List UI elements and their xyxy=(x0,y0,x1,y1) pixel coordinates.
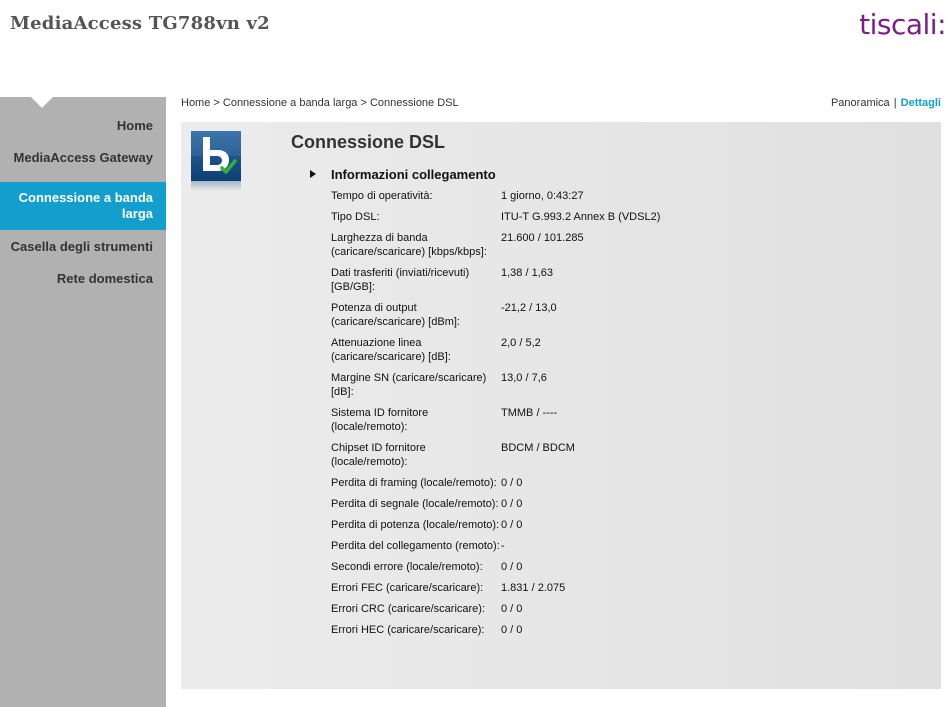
broadband-check-icon-graphic xyxy=(191,131,241,174)
row-label: Perdita di framing (locale/remoto): xyxy=(331,477,497,489)
row-value: BDCM / BDCM xyxy=(501,442,575,454)
row-label: Potenza di output (caricare/scaricare) [… xyxy=(331,302,460,328)
table-row: Chipset ID fornitore (locale/remoto): BDC… xyxy=(331,441,751,476)
row-value: 13,0 / 7,6 xyxy=(501,372,547,384)
row-label: Secondi errore (locale/remoto): xyxy=(331,561,483,573)
row-value: 1,38 / 1,63 xyxy=(501,267,553,279)
table-row: Perdita del collegamento (remoto): - xyxy=(331,539,751,560)
overview-link[interactable]: Panoramica xyxy=(831,97,890,109)
row-label: Errori CRC (caricare/scaricare): xyxy=(331,603,486,615)
table-row: Margine SN (caricare/scaricare) [dB]: 13,… xyxy=(331,371,751,406)
tiscali-logo: tiscali: xyxy=(859,8,946,41)
row-label: Perdita del collegamento (remoto): xyxy=(331,540,500,552)
page-title: Connessione DSL xyxy=(291,132,446,152)
sidebar-item-home-network[interactable]: Rete domestica xyxy=(0,255,166,287)
row-value: 0 / 0 xyxy=(501,498,523,510)
sidebar-nav: Home MediaAccess Gateway Connessione a b… xyxy=(0,97,166,707)
table-row: Errori HEC (caricare/scaricare): 0 / 0 xyxy=(331,623,751,644)
view-separator: | xyxy=(893,97,897,109)
broadband-check-icon xyxy=(191,131,241,181)
sidebar-item-broadband-connection[interactable]: Connessione a banda larga xyxy=(0,182,166,230)
icon-reflection xyxy=(191,181,241,191)
breadcrumb: Home > Connessione a banda larga > Conne… xyxy=(181,97,459,109)
table-row: Dati trasferiti (inviati/ricevuti) [GB/G… xyxy=(331,266,751,301)
row-value: 0 / 0 xyxy=(501,624,523,636)
row-label: Tempo di operatività: xyxy=(331,190,433,202)
table-row: Tipo DSL: ITU-T G.993.2 Annex B (VDSL2) xyxy=(331,210,751,231)
details-link[interactable]: Dettagli xyxy=(901,97,941,109)
row-value: 0 / 0 xyxy=(501,477,523,489)
section-title[interactable]: Informazioni collegamento xyxy=(331,167,496,182)
sidebar-item-toolbox[interactable]: Casella degli strumenti xyxy=(0,230,166,255)
row-label: Chipset ID fornitore (locale/remoto): xyxy=(331,442,426,468)
row-value: 2,0 / 5,2 xyxy=(501,337,541,349)
dsl-info-table: Tempo di operatività: 1 giorno, 0:43:27 Ti… xyxy=(331,189,751,644)
table-row: Perdita di segnale (locale/remoto): 0 / 0 xyxy=(331,497,751,518)
table-row: Errori CRC (caricare/scaricare): 0 / 0 xyxy=(331,602,751,623)
sidebar-notch xyxy=(31,97,53,108)
row-value: 0 / 0 xyxy=(501,603,523,615)
row-value: TMMB / ---- xyxy=(501,407,558,419)
table-row: Tempo di operatività: 1 giorno, 0:43:27 xyxy=(331,189,751,210)
content-panel: Connessione DSL Informazioni collegament… xyxy=(181,122,941,689)
sidebar-item-mediaaccess-gateway[interactable]: MediaAccess Gateway xyxy=(0,134,166,166)
row-label: Errori FEC (caricare/scaricare): xyxy=(331,582,484,594)
row-label: Attenuazione linea (caricare/scaricare) … xyxy=(331,337,451,363)
row-value: ITU-T G.993.2 Annex B (VDSL2) xyxy=(501,211,661,223)
device-title: MediaAccess TG788vn v2 xyxy=(10,13,270,34)
row-value: -21,2 / 13,0 xyxy=(501,302,557,314)
row-label: Larghezza di banda (caricare/scaricare) … xyxy=(331,232,487,258)
row-label: Perdita di potenza (locale/remoto): xyxy=(331,519,500,531)
table-row: Secondi errore (locale/remoto): 0 / 0 xyxy=(331,560,751,581)
table-row: Sistema ID fornitore (locale/remoto): TMM… xyxy=(331,406,751,441)
row-value: 1 giorno, 0:43:27 xyxy=(501,190,584,202)
row-label: Margine SN (caricare/scaricare) [dB]: xyxy=(331,372,487,398)
sidebar-item-home[interactable]: Home xyxy=(0,97,166,134)
row-label: Sistema ID fornitore (locale/remoto): xyxy=(331,407,429,433)
row-value: - xyxy=(501,540,505,552)
table-row: Perdita di framing (locale/remoto): 0 / 0 xyxy=(331,476,751,497)
row-value: 0 / 0 xyxy=(501,519,523,531)
table-row: Errori FEC (caricare/scaricare): 1.831 / … xyxy=(331,581,751,602)
expand-arrow-icon[interactable] xyxy=(310,170,316,178)
view-switcher: Panoramica | Dettagli xyxy=(831,97,941,109)
row-value: 0 / 0 xyxy=(501,561,523,573)
table-row: Potenza di output (caricare/scaricare) [… xyxy=(331,301,751,336)
table-row: Attenuazione linea (caricare/scaricare) … xyxy=(331,336,751,371)
row-label: Errori HEC (caricare/scaricare): xyxy=(331,624,485,636)
row-label: Tipo DSL: xyxy=(331,211,380,223)
row-value: 1.831 / 2.075 xyxy=(501,582,566,594)
row-value: 21.600 / 101.285 xyxy=(501,232,584,244)
table-row: Perdita di potenza (locale/remoto): 0 / 0 xyxy=(331,518,751,539)
row-label: Dati trasferiti (inviati/ricevuti) [GB/G… xyxy=(331,267,470,293)
row-label: Perdita di segnale (locale/remoto): xyxy=(331,498,499,510)
table-row: Larghezza di banda (caricare/scaricare) … xyxy=(331,231,751,266)
